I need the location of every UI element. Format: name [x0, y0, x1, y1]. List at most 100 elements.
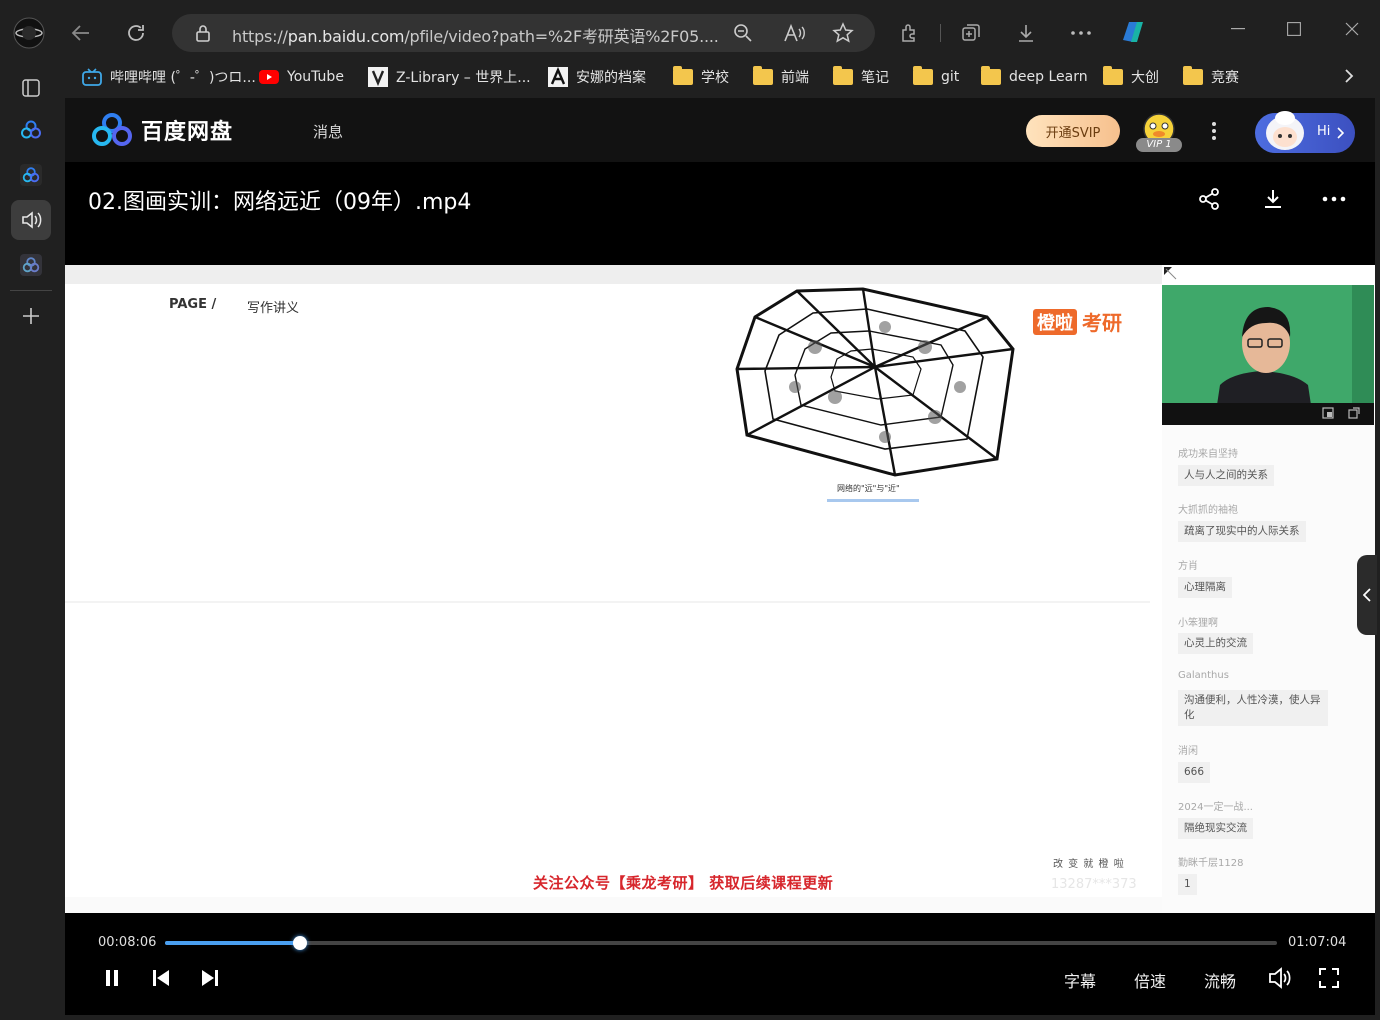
current-time: 00:08:06: [98, 935, 157, 950]
bookmark-label: 哔哩哔哩 (゜-゜)つロ...: [110, 70, 256, 86]
logo-text: 百度网盘: [141, 120, 234, 145]
bookmark-folder-dachuang[interactable]: 大创: [1103, 66, 1159, 88]
bookmark-folder-git[interactable]: git: [913, 66, 959, 88]
bookmarks-overflow-chevron-icon[interactable]: [1332, 59, 1366, 93]
brand-text: 考研: [1082, 311, 1122, 335]
more-vertical-icon[interactable]: [1197, 114, 1231, 148]
pip-icon[interactable]: [1322, 407, 1334, 419]
maximize-icon[interactable]: [1277, 12, 1311, 46]
download-icon[interactable]: [1256, 182, 1290, 216]
chat-message: 沟通便利，人性冷漠，使人异化: [1178, 690, 1328, 726]
tab-actions-icon[interactable]: [11, 68, 51, 108]
nav-messages[interactable]: 消息: [313, 121, 343, 142]
playback-speed-button[interactable]: 倍速: [1134, 968, 1166, 992]
bookmark-folder-competition[interactable]: 竞赛: [1183, 66, 1239, 88]
copilot-icon[interactable]: [1116, 15, 1150, 49]
extensions-icon[interactable]: [893, 16, 927, 50]
illustration-caption: 网络的"远"与"近": [837, 484, 900, 493]
url-scheme: https://: [232, 27, 288, 46]
bookmark-youtube[interactable]: YouTube: [259, 66, 344, 88]
bookmark-bilibili[interactable]: 哔哩哔哩 (゜-゜)つロ...: [82, 66, 256, 88]
volume-icon[interactable]: [1263, 961, 1297, 995]
bilibili-icon: [82, 68, 102, 86]
close-window-icon[interactable]: [1335, 12, 1369, 46]
read-aloud-icon[interactable]: [777, 16, 811, 50]
expand-webcam-icon[interactable]: [1348, 407, 1360, 419]
more-menu-icon[interactable]: [1064, 16, 1098, 50]
toolbar-divider: [940, 24, 941, 42]
bookmark-label: 安娜的档案: [576, 70, 646, 86]
add-tab-plus-icon[interactable]: [11, 296, 51, 336]
refresh-icon[interactable]: [119, 16, 153, 50]
chat-message: 人与人之间的关系: [1178, 465, 1274, 486]
page-content: 百度网盘 消息 开通SVIP VIP 1 Hi 02.图画实训：网络远近（09年…: [65, 98, 1377, 1015]
bookmark-label: deep Learn: [1009, 69, 1088, 85]
hi-label: Hi: [1317, 124, 1331, 139]
baidu-netdisk-tab-icon[interactable]: [11, 155, 51, 195]
cartoon-avatar-icon: [1266, 111, 1304, 150]
spider-web-illustration: [735, 287, 1015, 477]
app-header: 百度网盘 消息 开通SVIP VIP 1 Hi: [65, 98, 1375, 162]
share-icon[interactable]: [1192, 182, 1226, 216]
fullscreen-icon[interactable]: [1312, 961, 1346, 995]
profile-avatar-icon[interactable]: [12, 16, 46, 50]
bookmark-annas-archive[interactable]: 安娜的档案: [548, 66, 646, 88]
folder-icon: [673, 66, 693, 85]
chat-message: 心灵上的交流: [1178, 633, 1253, 654]
more-options-icon[interactable]: [1317, 182, 1351, 216]
back-arrow-icon[interactable]: [64, 16, 98, 50]
address-bar[interactable]: https://pan.baidu.com/pfile/video?path=%…: [172, 14, 875, 52]
bookmark-zlibrary[interactable]: Z-Library – 世界上...: [368, 66, 531, 88]
progress-knob[interactable]: [292, 936, 307, 950]
brand-logo: 橙啦 考研: [1033, 307, 1122, 336]
vip-avatar[interactable]: VIP 1: [1136, 112, 1182, 154]
zoom-icon[interactable]: [726, 16, 760, 50]
audio-playing-tab-icon[interactable]: [11, 200, 51, 240]
progress-bar[interactable]: [165, 936, 1277, 950]
chat-message: 疏离了现实中的人际关系: [1178, 521, 1306, 542]
chat-message: 心理隔离: [1178, 577, 1232, 598]
baidu-netdisk-tab-icon[interactable]: [11, 245, 51, 285]
sidebar-divider: [10, 290, 52, 291]
subtitle-button[interactable]: 字幕: [1064, 968, 1096, 992]
chat-username: 大抓抓的袖袍: [1178, 505, 1238, 516]
lock-icon[interactable]: [186, 16, 220, 50]
hi-user-button[interactable]: Hi: [1255, 111, 1355, 153]
instructor-figure: [1162, 285, 1374, 425]
url-host: pan.baidu.com: [287, 27, 405, 46]
video-frame[interactable]: PAGE / 写作讲义 网络的"远"与"近" 橙啦 考研 改 变 就 橙 啦 1…: [65, 265, 1377, 913]
bookmark-label: 前端: [781, 70, 809, 86]
slide-faint-line: [65, 601, 1150, 603]
bookmark-folder-notes[interactable]: 笔记: [833, 66, 889, 88]
folder-icon: [833, 66, 853, 85]
collections-icon[interactable]: [954, 16, 988, 50]
baidu-netdisk-logo[interactable]: 百度网盘: [91, 112, 233, 148]
url-path: /pfile/video?path=%2F考研英语%2F05....: [404, 27, 719, 46]
youtube-icon: [259, 70, 279, 84]
next-track-icon[interactable]: [193, 961, 227, 995]
chat-username: 成功来自坚持: [1178, 449, 1238, 460]
previous-track-icon[interactable]: [144, 961, 178, 995]
bookmark-label: 竞赛: [1211, 70, 1239, 86]
follow-notice: 关注公众号【乘龙考研】 获取后续课程更新: [533, 874, 834, 892]
slide-slogan: 改 变 就 橙 啦: [1053, 859, 1125, 870]
bookmark-folder-school[interactable]: 学校: [673, 66, 729, 88]
minimize-icon[interactable]: [1221, 12, 1255, 46]
baidu-netdisk-logo-icon: [92, 113, 132, 146]
bookmark-label: 学校: [701, 70, 729, 86]
open-svip-button[interactable]: 开通SVIP: [1026, 115, 1120, 147]
side-panel-toggle[interactable]: [1357, 555, 1377, 635]
favorite-star-icon[interactable]: [826, 16, 860, 50]
bookmark-folder-deep-learn[interactable]: deep Learn: [981, 66, 1088, 88]
quality-button[interactable]: 流畅: [1204, 968, 1236, 992]
pause-icon[interactable]: [95, 961, 129, 995]
folder-icon: [1103, 66, 1123, 85]
video-title: 02.图画实训：网络远近（09年）.mp4: [88, 190, 472, 215]
browser-sidebar: [0, 62, 62, 1020]
chevron-left-icon: [1363, 588, 1371, 602]
baidu-netdisk-tab-icon[interactable]: [11, 110, 51, 150]
bookmark-folder-frontend[interactable]: 前端: [753, 66, 809, 88]
player-controls: 00:08:06 01:07:04 字幕 倍速 流畅: [65, 913, 1375, 1015]
downloads-icon[interactable]: [1009, 16, 1043, 50]
folder-icon: [1183, 66, 1203, 85]
